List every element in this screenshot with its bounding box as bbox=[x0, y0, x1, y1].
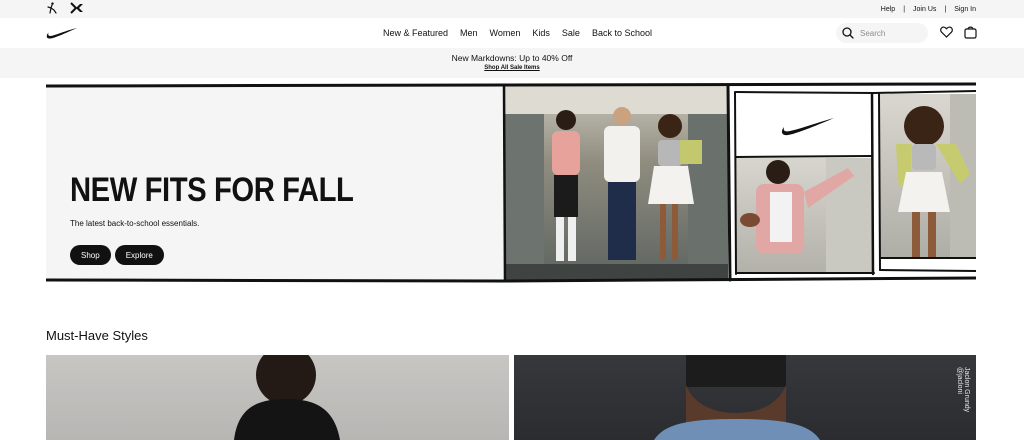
join-us-link[interactable]: Join Us bbox=[913, 6, 936, 13]
style-card[interactable] bbox=[46, 355, 509, 440]
search-placeholder: Search bbox=[860, 28, 886, 38]
divider: | bbox=[944, 5, 947, 13]
search-icon bbox=[842, 27, 854, 39]
nav-item-women[interactable]: Women bbox=[490, 28, 521, 38]
nav-item-men[interactable]: Men bbox=[460, 28, 478, 38]
nav-item-back-to-school[interactable]: Back to School bbox=[592, 28, 652, 38]
promo-banner: New Markdowns: Up to 40% Off Shop All Sa… bbox=[0, 48, 1024, 78]
search-input[interactable]: Search bbox=[836, 23, 928, 43]
nav-item-new-featured[interactable]: New & Featured bbox=[383, 28, 448, 38]
bag-icon[interactable] bbox=[964, 25, 977, 39]
section-title: Must-Have Styles bbox=[46, 328, 148, 343]
photo-credit: Jaclon Grundy @jacloni bbox=[956, 367, 970, 413]
shop-all-sale-link[interactable]: Shop All Sale Items bbox=[0, 65, 1024, 71]
divider: | bbox=[903, 5, 906, 13]
utility-bar: Help | Join Us | Sign In bbox=[0, 0, 1024, 18]
brand-links bbox=[46, 2, 84, 14]
promo-title: New Markdowns: Up to 40% Off bbox=[451, 53, 573, 63]
hero-frame-lines bbox=[46, 82, 976, 283]
help-link[interactable]: Help bbox=[881, 6, 895, 13]
jordan-icon[interactable] bbox=[46, 2, 58, 14]
style-card[interactable]: Jaclon Grundy @jacloni bbox=[514, 355, 976, 440]
nav-item-sale[interactable]: Sale bbox=[562, 28, 580, 38]
nike-swoosh-icon[interactable] bbox=[46, 27, 78, 39]
utility-links: Help | Join Us | Sign In bbox=[881, 0, 976, 18]
converse-icon[interactable] bbox=[70, 2, 84, 14]
sign-in-link[interactable]: Sign In bbox=[954, 6, 976, 13]
nav-item-kids[interactable]: Kids bbox=[532, 28, 550, 38]
nav-menu: New & Featured Men Women Kids Sale Back … bbox=[383, 18, 652, 48]
heart-icon[interactable] bbox=[940, 26, 953, 38]
main-nav: New & Featured Men Women Kids Sale Back … bbox=[0, 18, 1024, 48]
hero-banner: NEW FITS FOR FALL The latest back-to-sch… bbox=[46, 82, 976, 284]
